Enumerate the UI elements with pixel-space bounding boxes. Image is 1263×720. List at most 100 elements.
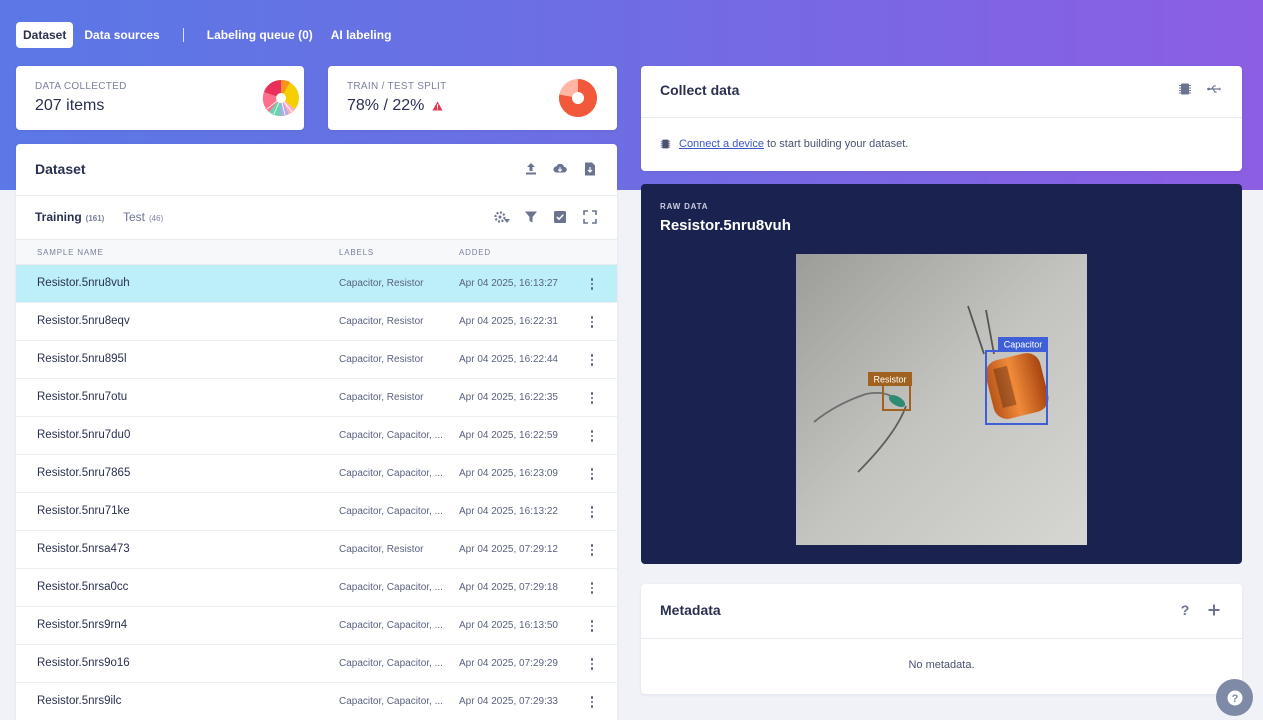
sample-list: Resistor.5nru8vuh Capacitor, Resistor Ap… [16,265,617,720]
dataset-card: Dataset Training (161) Test (46) SAMPLE NA… [16,144,617,720]
table-row[interactable]: Resistor.5nrs9rn4 Capacitor, Capacitor, … [16,607,617,645]
connect-device-link[interactable]: Connect a device [679,138,764,150]
tab-ai-labeling[interactable]: AI labeling [324,22,399,48]
data-collected-label: DATA COLLECTED [35,81,127,92]
sample-name: Resistor.5nru895l [37,353,127,365]
filter-icon [525,211,537,223]
sample-added: Apr 04 2025, 16:13:50 [459,620,558,631]
tab-dataset[interactable]: Dataset [16,22,74,48]
more-options-icon[interactable] [587,542,597,558]
more-options-icon[interactable] [587,390,597,406]
sample-labels: Capacitor, Resistor [339,392,424,403]
metadata-divider [641,638,1242,639]
sample-name: Resistor.5nru8vuh [37,277,130,289]
top-nav: Dataset Data sources Labeling queue (0) … [16,22,398,48]
label-distribution-chart [262,79,299,117]
tab-training[interactable]: Training (161) [35,210,104,224]
sample-name: Resistor.5nru8eqv [37,315,130,327]
sample-name: Resistor.5nrsa473 [37,543,130,555]
file-download-icon [585,162,595,176]
tab-test[interactable]: Test (46) [123,210,163,224]
tab-data-sources[interactable]: Data sources [77,22,166,48]
sample-added: Apr 04 2025, 07:29:18 [459,582,558,593]
tab-labeling-queue[interactable]: Labeling queue (0) [200,22,320,48]
sample-name: Resistor.5nrs9ilc [37,695,122,707]
sample-labels: Capacitor, Capacitor, ... [339,582,443,593]
sample-labels: Capacitor, Capacitor, ... [339,620,443,631]
usb-icon [1207,85,1221,93]
more-options-icon[interactable] [587,466,597,482]
sample-name: Resistor.5nrs9o16 [37,657,130,669]
device-button[interactable] [1177,81,1193,97]
resistor-box-label: Resistor [873,375,906,385]
sample-added: Apr 04 2025, 16:13:27 [459,278,558,289]
sample-labels: Capacitor, Capacitor, ... [339,468,443,479]
table-row[interactable]: Resistor.5nru8eqv Capacitor, Resistor Ap… [16,303,617,341]
more-options-icon[interactable] [587,352,597,368]
raw-data-panel: RAW DATA Resistor.5nru8vuh Resistor Capa… [641,184,1242,564]
add-metadata-button[interactable] [1206,602,1222,618]
sample-labels: Capacitor, Resistor [339,278,424,289]
table-row[interactable]: Resistor.5nrsa0cc Capacitor, Capacitor, … [16,569,617,607]
split-value: 78% / 22% [347,97,425,114]
dataset-title: Dataset [35,161,86,177]
export-file-button[interactable] [582,161,598,177]
sample-added: Apr 04 2025, 16:13:22 [459,506,558,517]
table-row[interactable]: Resistor.5nru7865 Capacitor, Capacitor, … [16,455,617,493]
question-circle-icon: ? [1227,690,1242,705]
more-options-icon[interactable] [587,428,597,444]
sample-labels: Capacitor, Resistor [339,354,424,365]
sample-added: Apr 04 2025, 07:29:29 [459,658,558,669]
data-collected-value: 207 items [35,97,104,115]
svg-text:?: ? [1231,693,1238,705]
tab-training-label: Training [35,210,82,224]
table-row[interactable]: Resistor.5nru7du0 Capacitor, Capacitor, … [16,417,617,455]
sample-added: Apr 04 2025, 16:23:09 [459,468,558,479]
upload-button[interactable] [523,161,539,177]
split-donut-chart [559,79,597,117]
sample-added: Apr 04 2025, 16:22:35 [459,392,558,403]
sample-name: Resistor.5nru7otu [37,391,128,403]
more-options-icon[interactable] [587,314,597,330]
table-header: SAMPLE NAME LABELS ADDED [16,239,617,265]
capacitor-box-label: Capacitor [1004,340,1043,350]
usb-button[interactable] [1206,81,1222,97]
table-row[interactable]: Resistor.5nru895l Capacitor, Resistor Ap… [16,341,617,379]
table-row[interactable]: Resistor.5nru7otu Capacitor, Resistor Ap… [16,379,617,417]
sample-added: Apr 04 2025, 07:29:12 [459,544,558,555]
data-collected-count: 207 items [35,97,105,114]
warning-icon[interactable] [432,101,443,111]
column-sample-name[interactable]: SAMPLE NAME [37,248,104,257]
more-options-icon[interactable] [587,580,597,596]
table-row[interactable]: Resistor.5nrs9ilc Capacitor, Capacitor, … [16,683,617,720]
select-button[interactable] [552,209,568,225]
sample-added: Apr 04 2025, 16:22:59 [459,430,558,441]
column-labels[interactable]: LABELS [339,248,374,257]
more-options-icon[interactable] [587,656,597,672]
sample-labels: Capacitor, Capacitor, ... [339,430,443,441]
table-row[interactable]: Resistor.5nru8vuh Capacitor, Resistor Ap… [16,265,617,303]
more-options-icon[interactable] [587,276,597,292]
table-row[interactable]: Resistor.5nru71ke Capacitor, Capacitor, … [16,493,617,531]
column-added[interactable]: ADDED [459,248,491,257]
metadata-help-button[interactable]: ? [1177,602,1193,618]
expand-button[interactable] [582,209,598,225]
filter-button[interactable] [523,209,539,225]
split-label: TRAIN / TEST SPLIT [347,81,447,92]
tab-test-count: (46) [149,214,164,223]
cloud-download-icon [553,163,567,173]
table-row[interactable]: Resistor.5nrs9o16 Capacitor, Capacitor, … [16,645,617,683]
cloud-download-button[interactable] [552,161,568,177]
sample-labels: Capacitor, Resistor [339,544,424,555]
sample-labels: Capacitor, Capacitor, ... [339,506,443,517]
data-collected-card: DATA COLLECTED 207 items [16,66,304,130]
help-button[interactable]: ? [1216,679,1253,716]
more-options-icon[interactable] [587,504,597,520]
sample-name: Resistor.5nru71ke [37,505,130,517]
more-options-icon[interactable] [587,618,597,634]
filter-settings-button[interactable] [492,209,512,225]
metadata-title: Metadata [660,602,721,618]
table-row[interactable]: Resistor.5nrsa473 Capacitor, Resistor Ap… [16,531,617,569]
metadata-empty-text: No metadata. [908,659,975,671]
more-options-icon[interactable] [587,694,597,710]
